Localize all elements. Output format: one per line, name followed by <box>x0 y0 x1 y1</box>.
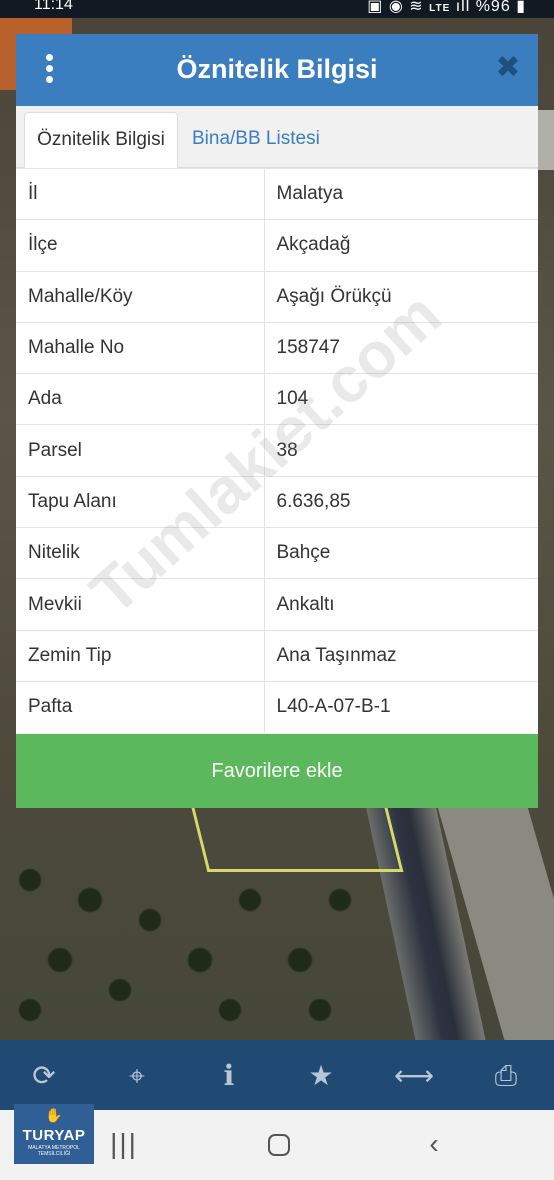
attribute-value: Ana Taşınmaz <box>264 629 538 682</box>
status-icons: ▣ ◉ ≋ LTE ıll %96 ▮ <box>367 0 526 16</box>
status-bar: 11:14 ▣ ◉ ≋ LTE ıll %96 ▮ <box>0 0 554 18</box>
tab-attribute-info[interactable]: Öznitelik Bilgisi <box>24 112 178 168</box>
attribute-row: İl Malatya <box>16 167 538 220</box>
logo-subtitle: MALATYA METROPOL TEMSİLCİLİĞİ <box>28 1145 80 1157</box>
attribute-key: Pafta <box>16 680 265 733</box>
attribute-row: Pafta L40-A-07-B-1 <box>16 680 538 733</box>
parcel-outline[interactable] <box>190 802 404 872</box>
wifi-icon: ≋ <box>409 0 424 15</box>
tab-building-list[interactable]: Bina/BB Listesi <box>180 112 332 168</box>
info-icon[interactable]: i <box>207 1054 251 1098</box>
add-to-favorites-button[interactable]: Favorilere ekle <box>16 734 538 808</box>
home-icon[interactable] <box>268 1134 290 1156</box>
turyap-logo: ✋ TURYAP MALATYA METROPOL TEMSİLCİLİĞİ <box>14 1104 94 1164</box>
logo-name: TURYAP <box>22 1127 86 1144</box>
attribute-key: İl <box>16 167 265 220</box>
map-toolbar: ⟳ ⌖ i ★ ⟷ ⎙ <box>0 1040 554 1110</box>
back-icon[interactable]: ‹ <box>412 1122 456 1166</box>
map-feature <box>538 110 554 170</box>
print-icon[interactable]: ⎙ <box>484 1054 528 1098</box>
signal-icon: ıll <box>455 0 476 15</box>
attribute-value: Bahçe <box>264 527 538 579</box>
attribute-value: 6.636,85 <box>264 475 538 528</box>
recent-apps-icon[interactable]: ||| <box>102 1122 146 1166</box>
attribute-value: Ankaltı <box>264 578 538 631</box>
status-time: 11:14 <box>34 0 73 13</box>
attribute-value: Malatya <box>264 167 538 220</box>
attribute-row: Zemin Tip Ana Taşınmaz <box>16 629 538 682</box>
measure-icon[interactable]: ⟷ <box>392 1054 436 1098</box>
attribute-key: Mahalle No <box>16 321 265 374</box>
network-type: LTE <box>429 3 451 14</box>
battery-icon: ▮ <box>516 0 526 15</box>
dialog-header: Öznitelik Bilgisi ✖ <box>16 34 538 106</box>
battery-level: %96 <box>475 0 511 15</box>
attribute-row: Mahalle No 158747 <box>16 321 538 374</box>
attribute-dialog: Öznitelik Bilgisi ✖ Öznitelik Bilgisi Bi… <box>16 34 538 808</box>
refresh-icon[interactable]: ⟳ <box>22 1054 66 1098</box>
attribute-row: İlçe Akçadağ <box>16 219 538 272</box>
attribute-key: İlçe <box>16 219 265 272</box>
tab-bar: Öznitelik Bilgisi Bina/BB Listesi <box>16 106 538 168</box>
handshake-icon: ✋ <box>45 1107 63 1123</box>
attribute-key: Ada <box>16 373 265 425</box>
attribute-value: Akçadağ <box>264 219 538 272</box>
attribute-key: Mahalle/Köy <box>16 270 265 323</box>
star-icon[interactable]: ★ <box>299 1054 343 1098</box>
attribute-key: Zemin Tip <box>16 629 265 682</box>
crosshair-icon[interactable]: ⌖ <box>115 1054 159 1098</box>
close-icon[interactable]: ✖ <box>494 52 522 84</box>
attribute-value: L40-A-07-B-1 <box>264 680 538 733</box>
notification-icon: ▣ ◉ <box>367 0 410 15</box>
dialog-title: Öznitelik Bilgisi <box>176 54 378 84</box>
